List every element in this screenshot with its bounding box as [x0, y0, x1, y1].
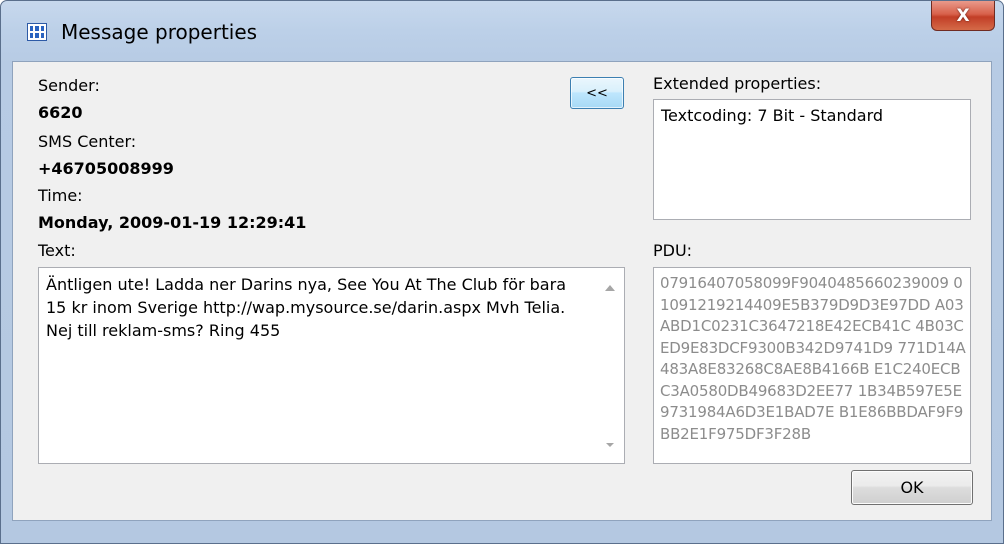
sender-label: Sender: — [38, 76, 100, 95]
message-text-value: Äntligen ute! Ladda ner Darins nya, See … — [46, 275, 566, 340]
pdu-value: 07916407058099F9040485660239009 01091219… — [660, 274, 966, 443]
pdu-box[interactable]: 07916407058099F9040485660239009 01091219… — [653, 267, 971, 464]
scroll-up-icon[interactable] — [605, 285, 615, 291]
sms-center-value: +46705008999 — [38, 159, 174, 178]
extended-properties-label: Extended properties: — [653, 74, 822, 93]
dialog-body: Sender: 6620 SMS Center: +46705008999 Ti… — [12, 61, 992, 521]
pdu-label: PDU: — [653, 241, 693, 260]
scroll-down-icon[interactable] — [606, 443, 614, 447]
sms-center-label: SMS Center: — [38, 132, 137, 151]
close-button[interactable]: X — [931, 1, 995, 31]
message-properties-window: Message properties X Sender: 6620 SMS Ce… — [0, 0, 1004, 544]
app-grid-icon — [27, 23, 47, 41]
title-bar[interactable]: Message properties X — [1, 1, 1003, 61]
time-value: Monday, 2009-01-19 12:29:41 — [38, 213, 307, 232]
extended-properties-value: Textcoding: 7 Bit - Standard — [661, 106, 884, 125]
collapse-button[interactable]: << — [570, 77, 624, 109]
sender-value: 6620 — [38, 103, 83, 122]
ok-button[interactable]: OK — [851, 470, 973, 505]
time-label: Time: — [38, 186, 83, 205]
window-title: Message properties — [61, 20, 258, 44]
vertical-scrollbar[interactable] — [596, 268, 624, 463]
extended-properties-box[interactable]: Textcoding: 7 Bit - Standard — [653, 99, 971, 220]
message-text-box[interactable]: Äntligen ute! Ladda ner Darins nya, See … — [38, 267, 625, 464]
text-label: Text: — [38, 241, 76, 260]
